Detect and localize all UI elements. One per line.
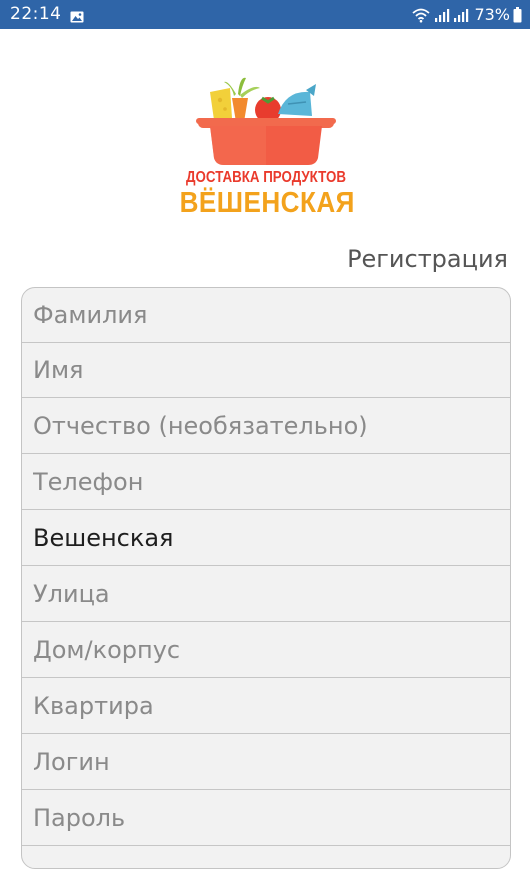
apartment-field[interactable]: [33, 679, 493, 734]
signal-strength-icon-sim2: [453, 7, 469, 23]
wifi-icon: [411, 7, 431, 23]
patronymic-field[interactable]: [33, 399, 493, 454]
last-name-field[interactable]: [33, 288, 493, 343]
signal-strength-icon: [434, 7, 450, 23]
app-logo: ДОСТАВКА ПРОДУКТОВ ВЁШЕНСКАЯ: [170, 72, 362, 224]
registration-form: [21, 287, 511, 869]
form-row-last-name: [22, 288, 510, 343]
phone-field[interactable]: [33, 455, 493, 510]
login-field[interactable]: [33, 735, 493, 790]
gallery-notification-icon: [70, 8, 84, 23]
house-building-field[interactable]: [33, 623, 493, 678]
form-row-street: [22, 567, 510, 622]
form-row-settlement: [22, 511, 510, 566]
form-row-house: [22, 623, 510, 678]
status-icons: 73%: [411, 4, 522, 26]
first-name-field[interactable]: [33, 343, 493, 398]
logo-text-line2: ВЁШЕНСКАЯ: [179, 187, 355, 219]
form-row-first-name: [22, 343, 510, 398]
battery-icon: [513, 7, 522, 23]
status-time: 22:14: [10, 4, 62, 24]
password-field[interactable]: [33, 791, 493, 846]
settlement-field[interactable]: [33, 511, 493, 566]
battery-percent: 73%: [474, 5, 510, 24]
pot-with-groceries-icon: [196, 77, 336, 165]
screen-title: Регистрация: [347, 245, 508, 273]
form-row-password: [22, 791, 510, 846]
form-row-login: [22, 735, 510, 790]
status-bar: 22:14 73%: [0, 0, 530, 29]
street-field[interactable]: [33, 567, 493, 622]
form-row-phone: [22, 455, 510, 510]
form-row-patronymic: [22, 399, 510, 454]
form-row-apartment: [22, 679, 510, 734]
